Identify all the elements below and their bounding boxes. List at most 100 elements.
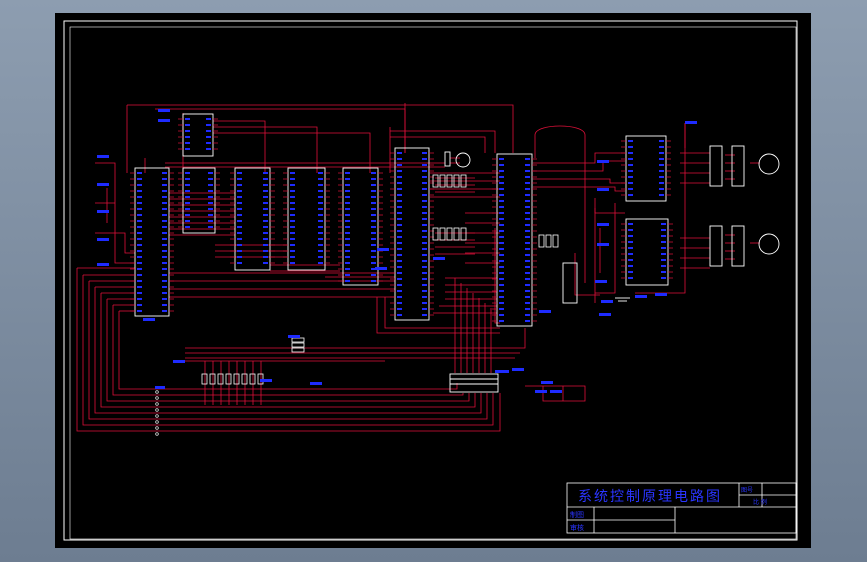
pin-mark	[345, 208, 350, 210]
pin-mark	[499, 224, 504, 226]
pin-mark	[628, 140, 633, 142]
drawn-by-label: 制图	[570, 510, 584, 519]
pin-mark	[525, 272, 530, 274]
pin-mark	[422, 158, 427, 160]
resistor	[291, 342, 305, 348]
pin-mark	[263, 214, 268, 216]
pin-mark	[206, 136, 211, 138]
pin-mark	[318, 190, 323, 192]
pin-mark	[628, 170, 633, 172]
label-mark	[601, 300, 613, 303]
pin-mark	[137, 196, 142, 198]
pin-mark	[318, 202, 323, 204]
pin-mark	[397, 278, 402, 280]
pin-mark	[422, 164, 427, 166]
pin-mark	[525, 248, 530, 250]
label-mark	[635, 295, 647, 298]
pin-mark	[290, 202, 295, 204]
pin-mark	[290, 238, 295, 240]
pin-mark	[162, 202, 167, 204]
ic-u7-interface	[394, 147, 430, 321]
pin-mark	[499, 164, 504, 166]
pin-mark	[162, 172, 167, 174]
pin-mark	[263, 172, 268, 174]
pin-mark	[628, 259, 633, 261]
pin-mark	[422, 254, 427, 256]
pin-mark	[397, 272, 402, 274]
pin-mark	[206, 124, 211, 126]
pin-mark	[499, 212, 504, 214]
pin-mark	[137, 286, 142, 288]
pin-mark	[628, 194, 633, 196]
drawing-sheet[interactable]: 系统控制原理电路图 制图 审核 图号 比 例	[55, 13, 811, 548]
pin-mark	[371, 208, 376, 210]
terminal	[155, 414, 159, 418]
pin-mark	[499, 254, 504, 256]
pin-mark	[525, 188, 530, 190]
pin-mark	[659, 152, 664, 154]
label-mark	[288, 335, 300, 338]
pin-mark	[318, 214, 323, 216]
cad-viewer: 系统控制原理电路图 制图 审核 图号 比 例	[0, 0, 867, 562]
pin-mark	[397, 170, 402, 172]
pin-mark	[499, 284, 504, 286]
pin-mark	[628, 271, 633, 273]
pin-mark	[371, 178, 376, 180]
pin-mark	[525, 224, 530, 226]
pin-mark	[525, 158, 530, 160]
pin-mark	[397, 224, 402, 226]
pin-mark	[525, 296, 530, 298]
pin-mark	[185, 136, 190, 138]
pin-mark	[661, 259, 666, 261]
label-mark	[158, 119, 170, 122]
pin-mark	[263, 202, 268, 204]
pin-mark	[345, 268, 350, 270]
pin-mark	[499, 176, 504, 178]
pin-mark	[525, 236, 530, 238]
pin-mark	[371, 232, 376, 234]
pin-mark	[397, 212, 402, 214]
pin-mark	[290, 244, 295, 246]
pin-mark	[185, 220, 190, 222]
terminal	[155, 390, 159, 394]
drawing-title: 系统控制原理电路图	[578, 489, 722, 505]
pin-mark	[628, 277, 633, 279]
label-mark	[97, 155, 109, 158]
crystal-symbol	[444, 151, 451, 167]
resistor	[439, 227, 446, 241]
label-mark	[550, 390, 562, 393]
pin-mark	[628, 182, 633, 184]
label-mark	[173, 360, 185, 363]
pin-mark	[499, 230, 504, 232]
pin-mark	[162, 256, 167, 258]
pin-mark	[345, 178, 350, 180]
label-mark	[97, 183, 109, 186]
label-mark	[97, 263, 109, 266]
pin-mark	[162, 184, 167, 186]
pin-mark	[661, 277, 666, 279]
pin-mark	[162, 292, 167, 294]
pin-mark	[318, 238, 323, 240]
label-mark	[597, 160, 609, 163]
pin-mark	[499, 278, 504, 280]
label-mark	[97, 238, 109, 241]
pin-mark	[162, 196, 167, 198]
pin-mark	[397, 302, 402, 304]
pin-mark	[525, 170, 530, 172]
resistor	[291, 337, 305, 343]
label-mark	[599, 313, 611, 316]
pin-mark	[422, 188, 427, 190]
pin-mark	[525, 164, 530, 166]
pin-mark	[628, 247, 633, 249]
pin-mark	[237, 190, 242, 192]
pin-mark	[290, 262, 295, 264]
scale-label: 比 例	[753, 498, 767, 506]
pin-mark	[137, 298, 142, 300]
pin-mark	[525, 242, 530, 244]
pin-mark	[422, 218, 427, 220]
label-mark	[535, 390, 547, 393]
label-mark	[539, 310, 551, 313]
label-mark	[433, 257, 445, 260]
resistor	[446, 227, 453, 241]
pin-mark	[422, 260, 427, 262]
